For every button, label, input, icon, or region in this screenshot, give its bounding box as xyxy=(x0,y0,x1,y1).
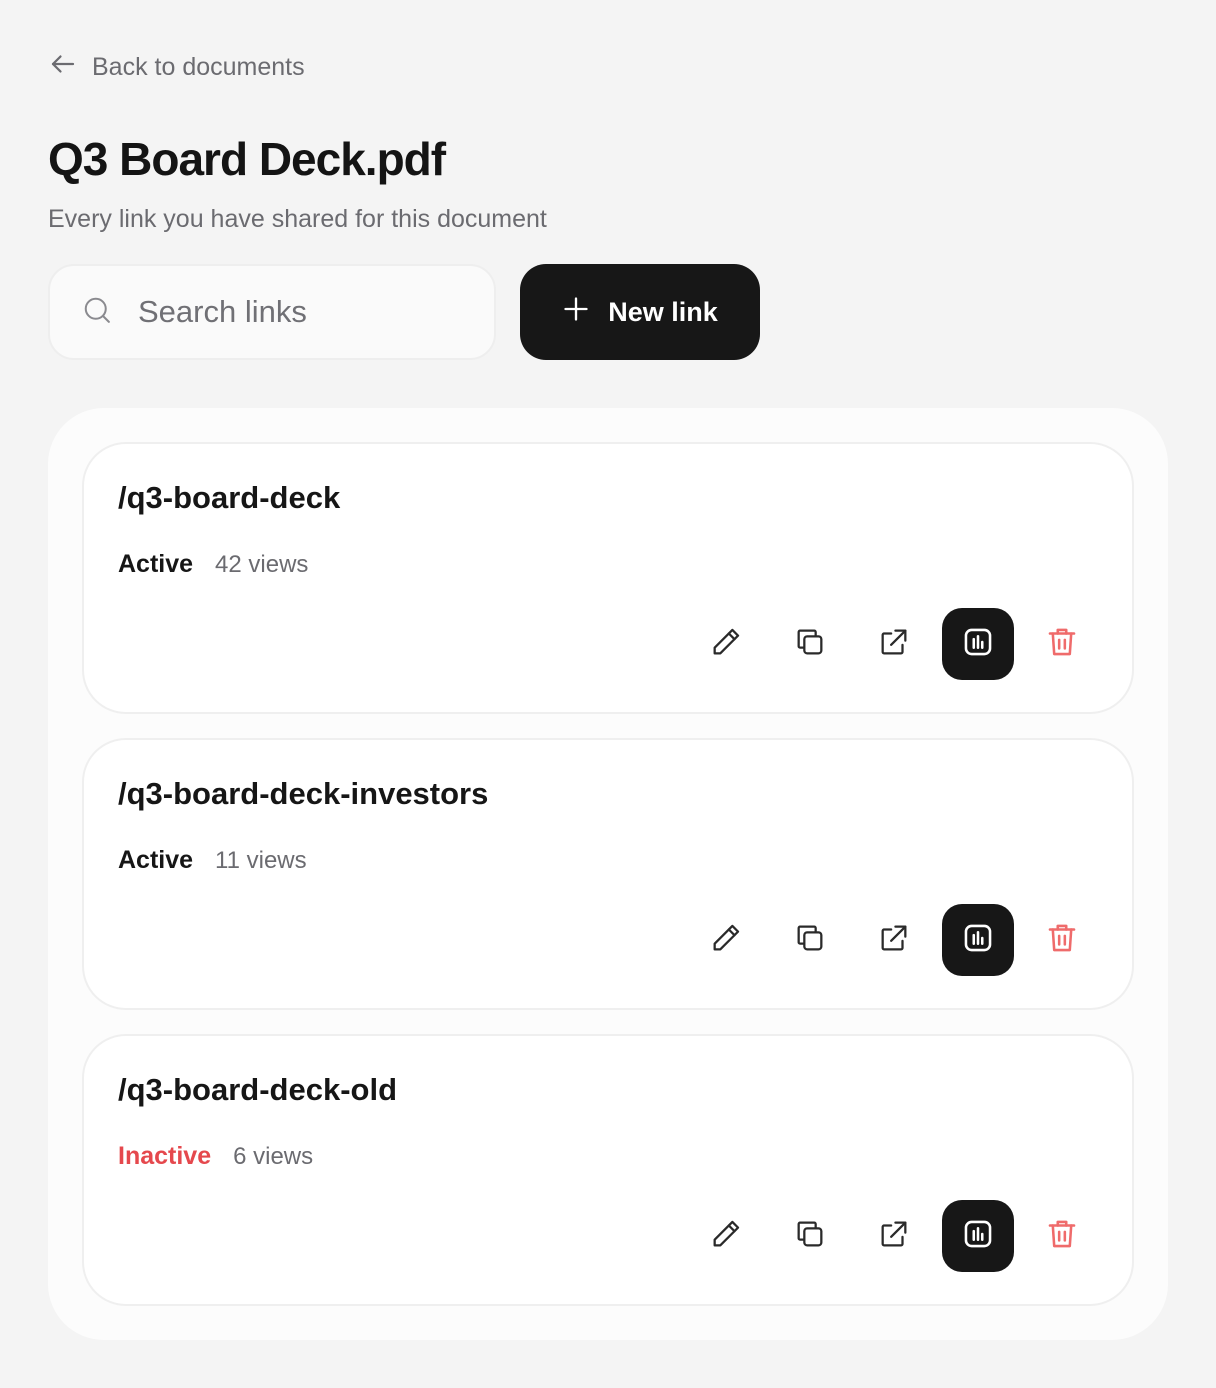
status-badge: Active xyxy=(118,846,194,874)
analytics-button[interactable] xyxy=(942,1200,1014,1272)
trash-icon xyxy=(1045,1217,1079,1256)
page-title: Q3 Board Deck.pdf xyxy=(48,133,446,185)
copy-button[interactable] xyxy=(774,1200,846,1272)
open-link-button[interactable] xyxy=(858,608,930,680)
open-link-button[interactable] xyxy=(858,1200,930,1272)
pencil-icon xyxy=(709,625,743,664)
link-slug: /q3-board-deck xyxy=(118,480,341,515)
link-meta: Active 42 views xyxy=(118,550,308,579)
status-badge: Active xyxy=(118,550,194,578)
link-slug: /q3-board-deck-investors xyxy=(118,776,489,811)
link-slug: /q3-board-deck-old xyxy=(118,1072,398,1107)
copy-icon xyxy=(793,921,827,960)
copy-button[interactable] xyxy=(774,608,846,680)
edit-button[interactable] xyxy=(690,608,762,680)
external-link-icon xyxy=(877,921,911,960)
link-card: /q3-board-deck Active 42 views xyxy=(82,442,1134,714)
search-box xyxy=(48,264,496,360)
edit-button[interactable] xyxy=(690,904,762,976)
trash-icon xyxy=(1045,625,1079,664)
links-panel: /q3-board-deck Active 42 views /q3-board… xyxy=(48,408,1168,1340)
new-link-button[interactable]: New link xyxy=(520,264,760,360)
analytics-icon xyxy=(961,625,995,664)
page-subtitle: Every link you have shared for this docu… xyxy=(48,205,547,233)
view-count: 11 views xyxy=(215,847,307,874)
copy-icon xyxy=(793,625,827,664)
open-link-button[interactable] xyxy=(858,904,930,976)
back-link-label: Back to documents xyxy=(92,52,305,81)
link-actions xyxy=(690,904,1098,976)
link-card: /q3-board-deck-investors Active 11 views xyxy=(82,738,1134,1010)
external-link-icon xyxy=(877,625,911,664)
link-card: /q3-board-deck-old Inactive 6 views xyxy=(82,1034,1134,1306)
analytics-button[interactable] xyxy=(942,904,1014,976)
search-input[interactable] xyxy=(138,294,438,330)
trash-icon xyxy=(1045,921,1079,960)
copy-icon xyxy=(793,1217,827,1256)
delete-button[interactable] xyxy=(1026,608,1098,680)
analytics-icon xyxy=(961,1217,995,1256)
copy-button[interactable] xyxy=(774,904,846,976)
arrow-left-icon xyxy=(48,49,78,86)
link-meta: Inactive 6 views xyxy=(118,1142,313,1171)
delete-button[interactable] xyxy=(1026,904,1098,976)
view-count: 6 views xyxy=(233,1143,314,1170)
pencil-icon xyxy=(709,921,743,960)
plus-icon xyxy=(562,295,590,330)
search-icon xyxy=(82,295,112,330)
new-link-label: New link xyxy=(608,296,718,327)
link-meta: Active 11 views xyxy=(118,846,307,875)
status-badge: Inactive xyxy=(118,1142,212,1170)
external-link-icon xyxy=(877,1217,911,1256)
view-count: 42 views xyxy=(215,551,309,578)
edit-button[interactable] xyxy=(690,1200,762,1272)
delete-button[interactable] xyxy=(1026,1200,1098,1272)
analytics-button[interactable] xyxy=(942,608,1014,680)
analytics-icon xyxy=(961,921,995,960)
pencil-icon xyxy=(709,1217,743,1256)
back-link[interactable]: Back to documents xyxy=(48,50,305,84)
link-actions xyxy=(690,1200,1098,1272)
link-actions xyxy=(690,608,1098,680)
